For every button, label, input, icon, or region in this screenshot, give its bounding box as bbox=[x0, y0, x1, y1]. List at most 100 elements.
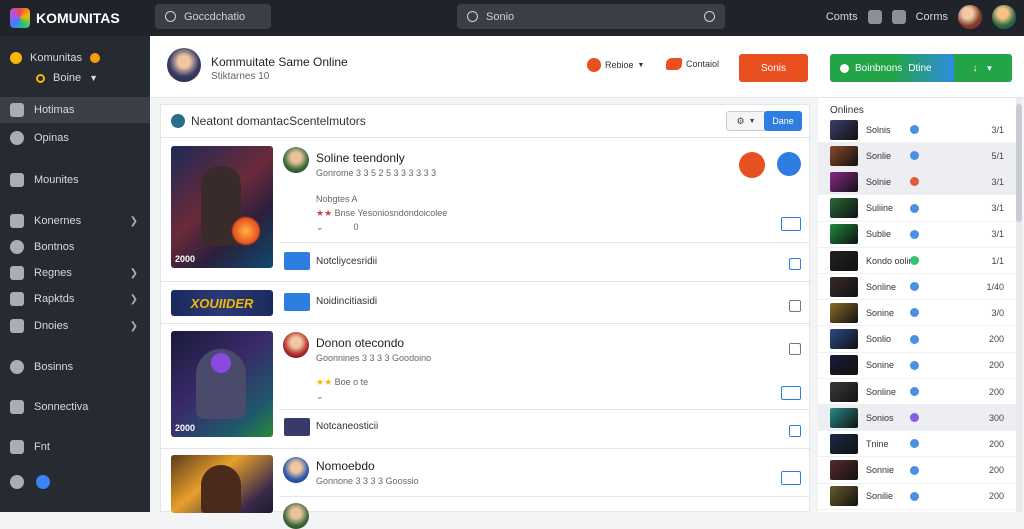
chevron-down-icon: ▼ bbox=[985, 63, 994, 73]
online-list-item[interactable]: Sonlie 5/1 bbox=[818, 143, 1016, 170]
post-author-name[interactable]: Donon otecondo bbox=[316, 336, 404, 350]
chevron-down-icon: ▼ bbox=[748, 117, 756, 125]
online-list-item[interactable]: Sonine 3/0 bbox=[818, 300, 1016, 327]
avatar[interactable] bbox=[958, 5, 982, 29]
online-name: Sonine bbox=[866, 360, 895, 371]
group-search[interactable]: Goccdchatio bbox=[155, 4, 271, 29]
online-list-item[interactable]: Sonlio 200 bbox=[818, 327, 1016, 353]
chat-bubble-icon bbox=[587, 58, 601, 72]
sidebar-item-3[interactable]: Mounites bbox=[0, 167, 150, 193]
expand-icon[interactable] bbox=[781, 217, 801, 231]
post-author-avatar[interactable] bbox=[283, 503, 309, 529]
online-name: Solnie bbox=[866, 176, 892, 187]
online-list-item[interactable]: Sublie 3/1 bbox=[818, 222, 1016, 248]
online-dropdown[interactable]: ↓ ▼ bbox=[954, 54, 1012, 82]
status-icon bbox=[910, 282, 919, 292]
chevron-down-icon[interactable]: ⌄ bbox=[316, 222, 324, 233]
post-author-avatar[interactable] bbox=[283, 147, 309, 173]
chevron-right-icon: ❯ bbox=[129, 215, 138, 227]
bookmark-icon[interactable] bbox=[867, 10, 882, 24]
game-banner[interactable]: XOUIIDER bbox=[171, 290, 273, 316]
sidebar-item-6[interactable]: Regnes ❯ bbox=[0, 260, 150, 286]
chevron-down-icon[interactable]: ▼ bbox=[89, 73, 98, 83]
feed-header: Neatont domantacScentelmutors bbox=[161, 105, 811, 138]
online-count: 1/40 bbox=[986, 281, 1004, 292]
scrollbar-thumb[interactable] bbox=[1016, 104, 1022, 222]
link-thumbnail[interactable] bbox=[284, 252, 310, 270]
online-list-item[interactable]: Solnie 3/1 bbox=[818, 169, 1016, 196]
online-list-item[interactable]: Kondo ooline 1/1 bbox=[818, 248, 1016, 274]
online-list-item[interactable]: Solnis 3/1 bbox=[818, 117, 1016, 143]
sidebar-item-11[interactable]: Fnt bbox=[0, 434, 150, 460]
community-header: Kommuitate Same Online Stiktarnes 10 Reb… bbox=[150, 36, 1024, 98]
online-accent-label: Dtine bbox=[908, 62, 932, 74]
online-main[interactable]: Boinbnons Dtine bbox=[830, 54, 954, 82]
sidebar-item-1[interactable]: Hotimas bbox=[0, 97, 150, 123]
online-list-item[interactable]: Sonilie 200 bbox=[818, 484, 1016, 510]
gift-icon bbox=[10, 292, 24, 306]
online-list-item[interactable]: Sonnie 200 bbox=[818, 458, 1016, 484]
search-submit-icon[interactable] bbox=[704, 11, 715, 22]
search-input[interactable]: Sonio bbox=[457, 4, 725, 29]
post-author-avatar[interactable] bbox=[283, 457, 309, 483]
online-list-item[interactable]: Sonline 1/40 bbox=[818, 274, 1016, 301]
post-author-name[interactable]: Soline teendonly bbox=[316, 151, 405, 165]
share-button[interactable] bbox=[777, 152, 801, 176]
chevron-down-icon[interactable]: ⌄ bbox=[316, 391, 324, 402]
game-thumbnail bbox=[830, 329, 858, 350]
feed-action-button[interactable]: Dane bbox=[764, 111, 802, 131]
post-thumbnail[interactable]: 2000 bbox=[171, 331, 273, 437]
sidebar-item-2[interactable]: Opinas bbox=[0, 125, 150, 151]
link-thumbnail[interactable] bbox=[284, 293, 310, 311]
sidebar-item-10[interactable]: Sonnectiva bbox=[0, 394, 150, 420]
feed-filter-select[interactable]: ⚙ ▼ bbox=[726, 111, 766, 131]
sidebar-item-9[interactable]: Bosinns bbox=[0, 354, 150, 380]
post-thumbnail[interactable] bbox=[171, 455, 273, 513]
star-icon[interactable] bbox=[891, 10, 906, 24]
app-logo[interactable]: KOMUNITAS bbox=[10, 8, 120, 28]
link-title[interactable]: Notcaneosticii bbox=[316, 421, 378, 432]
game-thumbnail bbox=[830, 250, 858, 271]
online-list-item[interactable]: Tnine 200 bbox=[818, 431, 1016, 458]
sidebar-user-name: Komunitas bbox=[30, 52, 82, 64]
post-meta: Gonrome 3 3 5 2 5 3 3 3 3 3 3 bbox=[316, 168, 437, 178]
online-name: Suliine bbox=[866, 203, 894, 214]
reply-dropdown[interactable]: Rebioe ▼ bbox=[587, 58, 644, 72]
scrollbar[interactable] bbox=[1016, 98, 1022, 512]
forums-link[interactable]: Corms bbox=[916, 11, 948, 23]
sidebar-item-7[interactable]: Rapktds ❯ bbox=[0, 286, 150, 312]
expand-icon[interactable] bbox=[781, 471, 801, 485]
link-action-icon[interactable] bbox=[789, 258, 801, 270]
link-action-icon[interactable] bbox=[789, 300, 801, 312]
sidebar-item-8[interactable]: Dnoies ❯ bbox=[0, 313, 150, 339]
post-author-name[interactable]: Nomoebdo bbox=[316, 459, 375, 473]
online-list-item[interactable]: Sonline 200 bbox=[818, 379, 1016, 405]
post-thumbnail[interactable]: 2000 bbox=[171, 146, 273, 268]
post-author-avatar[interactable] bbox=[283, 332, 309, 358]
online-list-item[interactable]: Sonine 200 bbox=[818, 353, 1016, 379]
link-title[interactable]: Notcliycesridii bbox=[316, 256, 377, 267]
sidebar-item-label: Konernes bbox=[34, 215, 82, 227]
expand-icon[interactable] bbox=[781, 386, 801, 400]
online-button[interactable]: Boinbnons Dtine ↓ ▼ bbox=[830, 54, 1012, 82]
join-button[interactable]: Sonis bbox=[739, 54, 808, 82]
online-list-item[interactable]: Sonios 300 bbox=[818, 405, 1016, 432]
sidebar-item-settings[interactable] bbox=[0, 469, 150, 495]
link-thumbnail[interactable] bbox=[284, 418, 310, 436]
online-count: 3/1 bbox=[991, 176, 1004, 187]
control-button[interactable]: Contaiol bbox=[666, 58, 719, 70]
sidebar-item-5[interactable]: Bontnos bbox=[0, 234, 150, 260]
sidebar-item-4[interactable]: Konernes ❯ bbox=[0, 208, 150, 234]
target-icon bbox=[10, 240, 24, 254]
like-button[interactable] bbox=[739, 152, 765, 178]
sidebar-user[interactable]: Komunitas Boine ▼ bbox=[0, 36, 150, 92]
online-list-item[interactable]: Suliine 3/1 bbox=[818, 196, 1016, 222]
link-title[interactable]: Noidincitiasidi bbox=[316, 296, 377, 307]
link-action-icon[interactable] bbox=[789, 425, 801, 437]
avatar-secondary[interactable] bbox=[992, 5, 1016, 29]
page-subtitle: Stiktarnes 10 bbox=[211, 71, 270, 82]
comment-count: 0 bbox=[353, 222, 359, 232]
collapse-icon[interactable] bbox=[789, 343, 801, 355]
community-avatar[interactable] bbox=[167, 48, 201, 82]
comments-link[interactable]: Comts bbox=[826, 11, 858, 23]
